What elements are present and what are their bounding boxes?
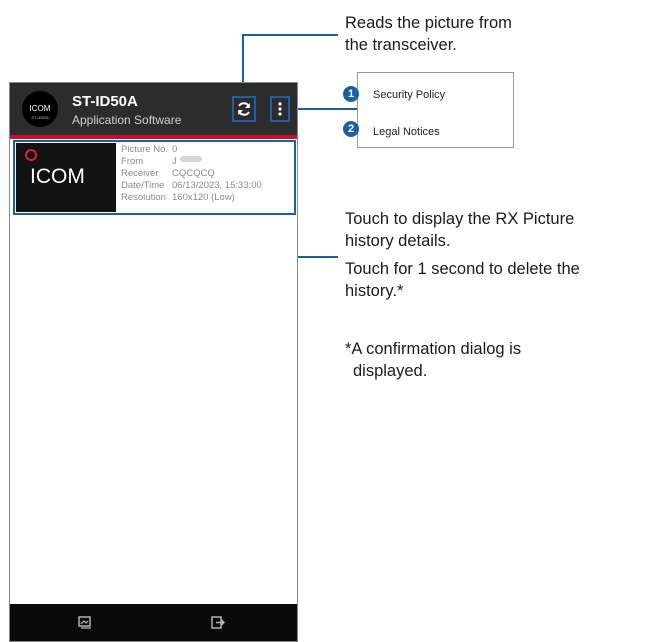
picture-icon[interactable] [78, 616, 92, 629]
detail-value: CQCQCQ [172, 168, 215, 179]
app-logo-subtext: ST-ID50A [31, 115, 49, 120]
detail-value: J [172, 156, 177, 167]
number-badge-1: 1 [343, 86, 359, 102]
detail-label: Picture No. [121, 144, 168, 155]
detail-value: 160x120 (Low) [172, 192, 235, 203]
history-callout-line3: Touch for 1 second to delete the [345, 260, 580, 278]
menu-item-legal-notices[interactable]: Legal Notices [373, 126, 440, 138]
detail-row-datetime: Date/Time 06/13/2023, 15:33:00 [121, 180, 262, 192]
history-list-item[interactable]: ICOM Picture No. 0 From J Receiver CQCQC… [13, 140, 296, 215]
more-options-button[interactable] [270, 96, 290, 122]
refresh-icon [238, 102, 250, 116]
picture-thumbnail: ICOM [16, 143, 116, 212]
detail-label: From [121, 156, 144, 167]
detail-value: 06/13/2023, 15:33:00 [172, 180, 262, 191]
refresh-callout-line2: the transceiver. [345, 36, 457, 54]
bottom-navigation-bar [10, 604, 297, 641]
phone-screen: ICOM ST-ID50A ST-ID50A Application Softw… [9, 82, 298, 642]
app-logo: ICOM ST-ID50A [22, 91, 58, 127]
note-line1: *A confirmation dialog is [345, 340, 522, 358]
more-vertical-icon [278, 102, 282, 116]
menu-item-security-policy[interactable]: Security Policy [373, 89, 445, 101]
app-logo-text: ICOM [29, 104, 51, 113]
note-line2: displayed. [353, 362, 428, 380]
history-callout-line4: history.* [345, 282, 404, 300]
refresh-leader-horizontal [242, 34, 338, 36]
detail-row-picture-no: Picture No. 0 [121, 144, 262, 156]
refresh-callout-line1: Reads the picture from [345, 14, 512, 32]
refresh-button[interactable] [232, 96, 256, 122]
detail-row-from: From J [121, 156, 262, 168]
redacted-callsign [179, 156, 202, 162]
overflow-menu: Security Policy Legal Notices [357, 72, 514, 148]
detail-value: 0 [172, 144, 178, 155]
number-badge-2: 2 [343, 121, 359, 137]
detail-label: Resolution [121, 192, 166, 203]
export-icon[interactable] [211, 616, 225, 629]
detail-label: Receiver [121, 168, 159, 179]
detail-label: Date/Time [121, 180, 165, 191]
history-callout-line1: Touch to display the RX Picture [345, 210, 575, 228]
thumbnail-brand-text: ICOM [30, 165, 85, 188]
detail-row-resolution: Resolution 160x120 (Low) [121, 192, 262, 204]
app-bar: ICOM ST-ID50A ST-ID50A Application Softw… [10, 83, 297, 139]
history-callout-line2: history details. [345, 232, 451, 250]
detail-row-receiver: Receiver CQCQCQ [121, 168, 262, 180]
menu-leader [290, 108, 357, 110]
history-details: Picture No. 0 From J Receiver CQCQCQ Dat… [121, 144, 262, 204]
logo-ring [25, 149, 37, 161]
app-subtitle: Application Software [72, 113, 182, 127]
app-title: ST-ID50A [72, 93, 138, 110]
